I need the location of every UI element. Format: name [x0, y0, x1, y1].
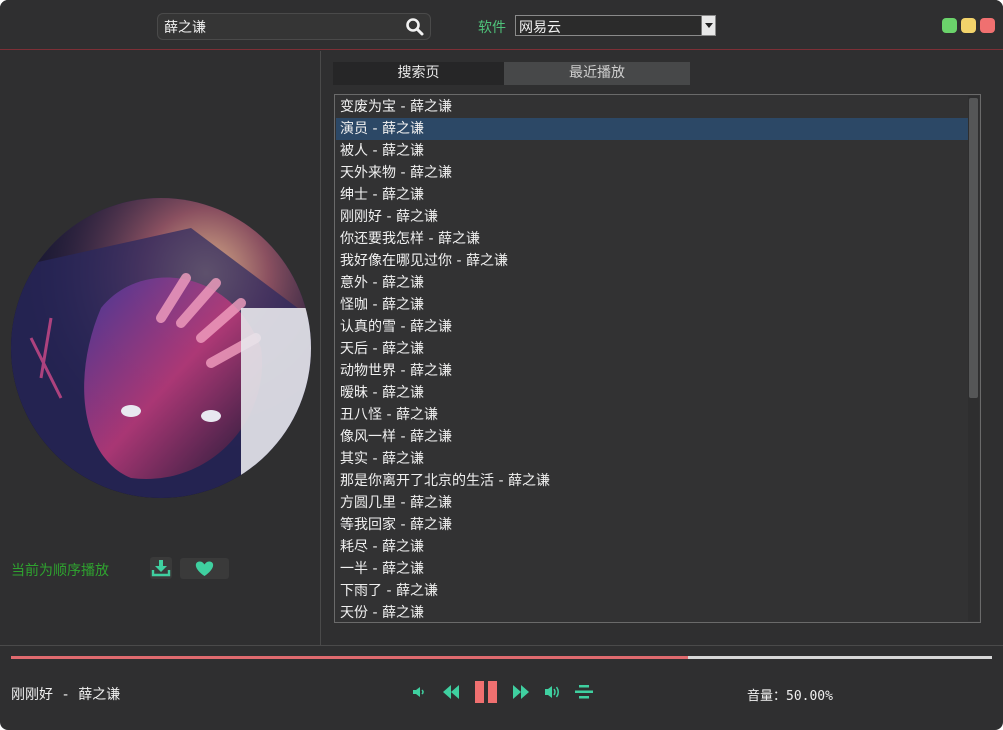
play-mode-label[interactable]: 当前为顺序播放 [11, 560, 109, 580]
volume-up-icon [545, 686, 559, 698]
source-select-value: 网易云 [519, 20, 561, 36]
playlist-mode-icon [575, 685, 593, 699]
tab-recent[interactable]: 最近播放 [504, 62, 690, 85]
song-list-item[interactable]: 那是你离开了北京的生活 - 薛之谦 [336, 470, 968, 492]
scrollbar-thumb[interactable] [969, 98, 978, 398]
player-bar: 刚刚好 - 薛之谦 音量：50.00% [0, 645, 1003, 730]
song-list-item[interactable]: 我好像在哪见过你 - 薛之谦 [336, 250, 968, 272]
download-button[interactable] [150, 557, 172, 579]
song-list-item[interactable]: 怪咖 - 薛之谦 [336, 294, 968, 316]
song-list-item[interactable]: 意外 - 薛之谦 [336, 272, 968, 294]
song-list-item[interactable]: 丑八怪 - 薛之谦 [336, 404, 968, 426]
volume-label: 音量：50.00% [747, 689, 833, 704]
left-panel: 当前为顺序播放 [0, 51, 321, 645]
download-icon [151, 560, 171, 577]
volume-up-button[interactable] [543, 683, 563, 705]
song-list-item[interactable]: 天外来物 - 薛之谦 [336, 162, 968, 184]
song-list-item[interactable]: 像风一样 - 薛之谦 [336, 426, 968, 448]
next-icon [513, 685, 529, 699]
song-list: 变废为宝 - 薛之谦 演员 - 薛之谦 被人 - 薛之谦 天外来物 - 薛之谦 绅士 -… [334, 94, 981, 623]
volume-down-button[interactable] [411, 684, 427, 704]
maximize-button[interactable] [961, 18, 976, 33]
scrollbar[interactable] [968, 96, 979, 621]
pause-icon [475, 681, 497, 703]
song-list-item[interactable]: 动物世界 - 薛之谦 [336, 360, 968, 382]
progress-bar[interactable] [11, 656, 992, 659]
pause-button[interactable] [474, 680, 498, 708]
search-icon[interactable] [405, 17, 425, 37]
song-list-item[interactable]: 下雨了 - 薛之谦 [336, 580, 968, 602]
song-list-item[interactable]: 暧昧 - 薛之谦 [336, 382, 968, 404]
song-list-item[interactable]: 天后 - 薛之谦 [336, 338, 968, 360]
song-list-item[interactable]: 演员 - 薛之谦 [336, 118, 968, 140]
like-button[interactable] [180, 558, 229, 579]
top-bar: 软件 网易云 [0, 0, 1003, 50]
close-button[interactable] [980, 18, 995, 33]
source-select[interactable]: 网易云 [515, 15, 716, 36]
app-window: 软件 网易云 [0, 0, 1003, 730]
minimize-button[interactable] [942, 18, 957, 33]
song-list-item[interactable]: 其实 - 薛之谦 [336, 448, 968, 470]
tab-search[interactable]: 搜索页 [333, 62, 504, 85]
song-list-item[interactable]: 绅士 - 薛之谦 [336, 184, 968, 206]
album-cover [11, 198, 311, 498]
volume-down-icon [413, 687, 424, 697]
heart-icon [195, 561, 214, 576]
song-list-item[interactable]: 天份 - 薛之谦 [336, 602, 968, 622]
song-list-item[interactable]: 等我回家 - 薛之谦 [336, 514, 968, 536]
song-list-item[interactable]: 变废为宝 - 薛之谦 [336, 96, 968, 118]
progress-fill [11, 656, 688, 659]
now-playing-title: 刚刚好 - 薛之谦 [11, 687, 121, 703]
song-list-item[interactable]: 耗尽 - 薛之谦 [336, 536, 968, 558]
song-list-item[interactable]: 一半 - 薛之谦 [336, 558, 968, 580]
song-list-item[interactable]: 被人 - 薛之谦 [336, 140, 968, 162]
song-list-item[interactable]: 方圆几里 - 薛之谦 [336, 492, 968, 514]
chevron-down-icon[interactable] [701, 16, 715, 35]
next-button[interactable] [511, 683, 531, 705]
playlist-mode-button[interactable] [574, 683, 594, 705]
song-list-item[interactable]: 刚刚好 - 薛之谦 [336, 206, 968, 228]
previous-icon [443, 685, 459, 699]
song-list-item[interactable]: 认真的雪 - 薛之谦 [336, 316, 968, 338]
song-list-item[interactable]: 你还要我怎样 - 薛之谦 [336, 228, 968, 250]
source-label: 软件 [478, 20, 506, 36]
search-input[interactable] [164, 16, 394, 38]
search-box[interactable] [157, 13, 431, 40]
previous-button[interactable] [441, 683, 461, 705]
